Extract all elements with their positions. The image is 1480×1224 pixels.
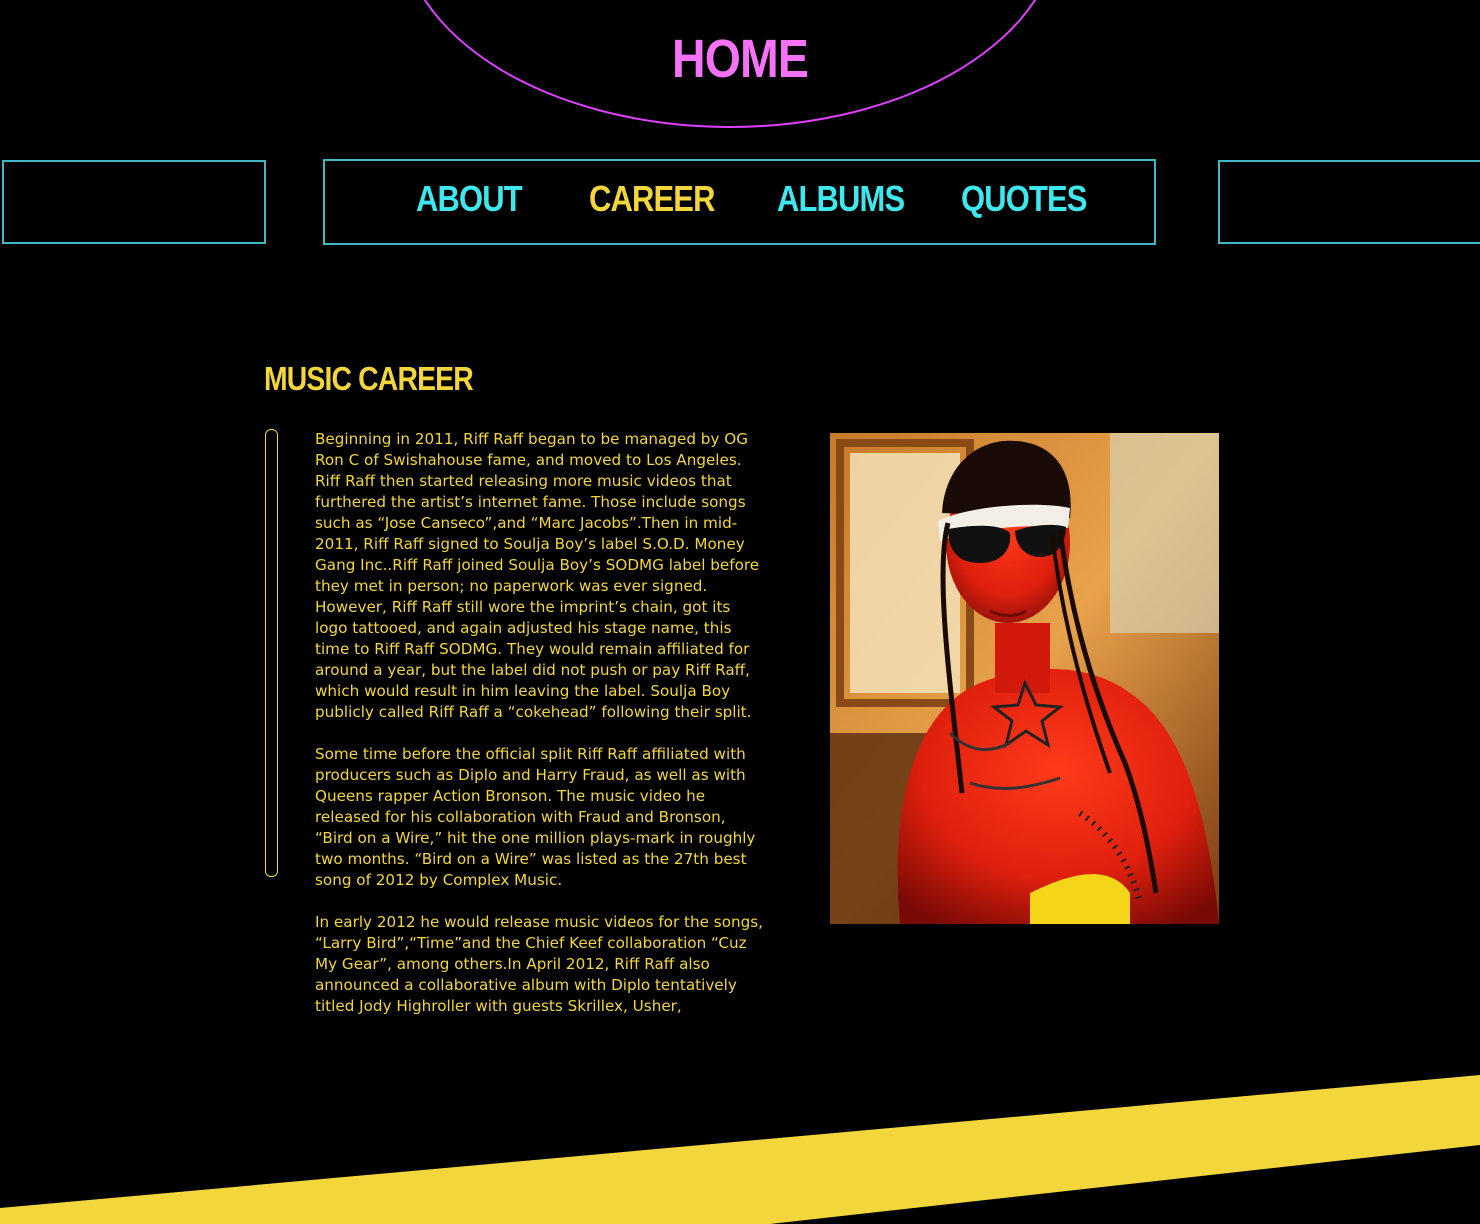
artist-photo	[830, 433, 1219, 924]
nav-item-albums[interactable]: ALBUMS	[777, 178, 905, 220]
nav-item-career[interactable]: CAREER	[589, 178, 715, 220]
text-scrollbar[interactable]	[265, 429, 278, 877]
career-paragraph: Some time before the official split Riff…	[315, 745, 756, 889]
nav-item-quotes[interactable]: QUOTES	[961, 178, 1087, 220]
section-title: MUSIC CAREER	[264, 360, 474, 397]
home-link[interactable]: HOME	[104, 28, 1377, 90]
career-paragraph: In early 2012 he would release music vid…	[315, 913, 763, 1015]
nav-item-about[interactable]: ABOUT	[416, 178, 523, 220]
nav-side-frame-left	[2, 160, 266, 244]
career-paragraph: Beginning in 2011, Riff Raff began to be…	[315, 430, 760, 721]
career-text-panel[interactable]: Beginning in 2011, Riff Raff began to be…	[315, 429, 763, 1019]
nav-side-frame-right	[1218, 160, 1480, 244]
